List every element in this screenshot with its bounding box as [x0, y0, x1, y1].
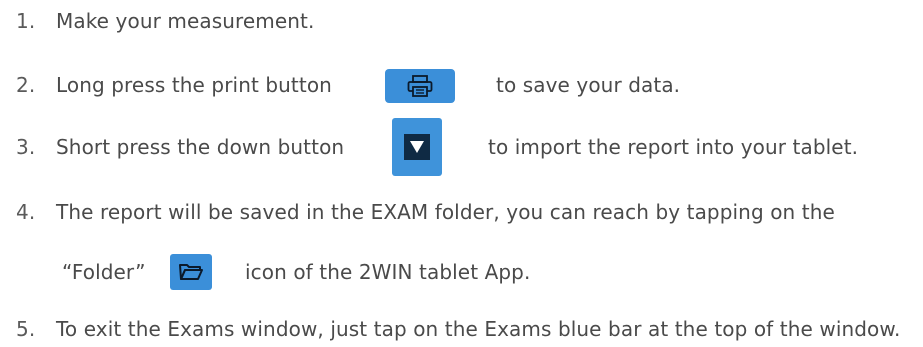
step-number: 1. [16, 9, 36, 33]
step-number: 5. [16, 317, 36, 341]
step-number: 4. [16, 200, 36, 224]
step-text-before: Long press the print button [56, 73, 332, 97]
step-number: 3. [16, 135, 36, 159]
step-text: To exit the Exams window, just tap on th… [56, 317, 901, 341]
down-button-face [404, 134, 430, 160]
down-arrow-icon [410, 141, 424, 153]
step-number: 2. [16, 73, 36, 97]
step-text-after: to import the report into your tablet. [488, 135, 859, 159]
step-text-after: to save your data. [496, 73, 681, 97]
step-text-before: Short press the down button [56, 135, 345, 159]
step-text-before: “Folder” [62, 260, 146, 284]
step-text: The report will be saved in the EXAM fol… [56, 200, 835, 224]
step-text: Make your measurement. [56, 9, 315, 33]
down-button [392, 118, 442, 176]
print-icon [407, 75, 433, 97]
folder-button [170, 254, 212, 290]
print-button [385, 69, 455, 103]
step-text-after: icon of the 2WIN tablet App. [245, 260, 531, 284]
folder-icon [179, 264, 203, 280]
